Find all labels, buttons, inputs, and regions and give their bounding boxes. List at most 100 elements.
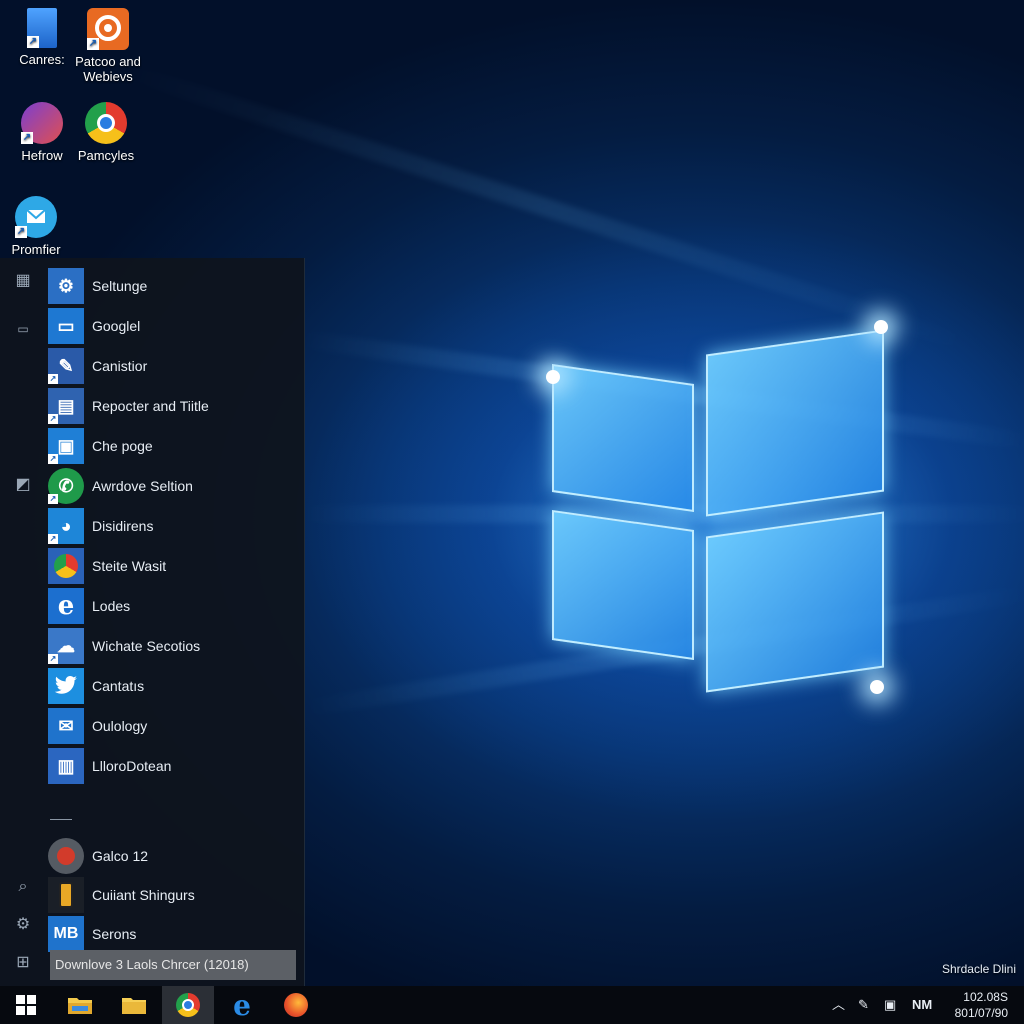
network-icon[interactable]: ▣ — [884, 986, 896, 1024]
windows-start-icon — [16, 995, 36, 1015]
chevron-up-icon[interactable]: ︿ — [832, 986, 845, 1024]
list-item[interactable]: e Lodes — [48, 586, 298, 626]
user-icon[interactable]: ▦ — [12, 270, 34, 292]
clock[interactable]: 102.08S 801/07/90 — [955, 989, 1008, 1021]
list-item[interactable]: ▭ Googlel — [48, 306, 298, 346]
list-item-label: Serons — [92, 926, 137, 942]
store-app-icon: ▣ ↗ — [48, 428, 84, 464]
logo-pane — [552, 510, 694, 660]
search-icon[interactable]: ⌕ — [12, 876, 34, 898]
list-item-label: Googlel — [92, 318, 141, 334]
list-item[interactable]: MB Serons — [48, 914, 298, 954]
start-menu-rail: ▦ ▭ ◩ ⌕ ⚙ ⊞ — [0, 258, 44, 986]
list-item-label: Seltunge — [92, 278, 148, 294]
desktop-icon-label: Pamcyles — [77, 148, 135, 163]
mail-app-icon: ✉ — [48, 708, 84, 744]
light-flare — [874, 320, 888, 334]
list-item-label: Oulology — [92, 718, 148, 734]
list-item-label: Galco 12 — [92, 848, 149, 864]
taskbar-file-explorer[interactable] — [54, 986, 106, 1024]
desktop-icon[interactable]: ↗ Promfier — [0, 196, 78, 257]
taskbar-internet-explorer[interactable]: e — [216, 986, 268, 1024]
chrome-icon — [176, 993, 200, 1017]
list-item-label: Repocter and Tiitle — [92, 398, 209, 414]
list-item-label: Lodes — [92, 598, 131, 614]
internet-explorer-icon: e — [48, 588, 84, 624]
list-item[interactable]: ✎ ↗ Canistior — [48, 346, 298, 386]
twitter-icon — [48, 668, 84, 704]
cloud-app-icon: ☁ ↗ — [48, 628, 84, 664]
app-icon: ↗ — [21, 102, 63, 144]
light-beam — [300, 505, 1024, 523]
taskbar-folder[interactable] — [108, 986, 160, 1024]
pen-icon[interactable]: ✎ — [858, 986, 869, 1024]
list-item[interactable]: ◕ ↗ Disidirens — [48, 506, 298, 546]
list-item[interactable]: ▣ ↗ Che poge — [48, 426, 298, 466]
list-item-label: Canistior — [92, 358, 148, 374]
internet-explorer-icon: e — [233, 988, 251, 1022]
taskbar-firefox[interactable] — [270, 986, 322, 1024]
desktop-icon[interactable]: ↗ Patcoo and Webievs — [66, 8, 150, 84]
divider — [50, 819, 72, 820]
edge-app-icon: ◕ ↗ — [48, 508, 84, 544]
gear-icon[interactable]: ⚙ — [12, 914, 34, 936]
list-item[interactable]: ⚙ Seltunge — [48, 266, 298, 306]
mail-icon: ↗ — [15, 196, 57, 238]
list-item[interactable]: Galco 12 — [48, 836, 298, 876]
firefox-icon — [284, 993, 308, 1017]
settings-app-icon: ⚙ — [48, 268, 84, 304]
list-item[interactable]: ▥ LlloroDotean — [48, 746, 298, 786]
list-item[interactable]: ☁ ↗ Wichate Secotios — [48, 626, 298, 666]
media-app-icon: ↗ — [87, 8, 129, 50]
clock-time: 102.08S — [963, 990, 1008, 1004]
language-indicator[interactable]: NM — [912, 986, 932, 1024]
pictures-icon[interactable]: ◩ — [12, 474, 34, 496]
corner-text: Shrdacle Dlini — [941, 962, 1016, 976]
taskbar: e ︿ ✎ ▣ NM 102.08S 801/07/90 — [0, 986, 1024, 1024]
desktop-icon[interactable]: Pamcyles — [64, 102, 148, 163]
chart-app-icon: ▥ — [48, 748, 84, 784]
desktop-icon-label: Hefrow — [21, 148, 63, 163]
light-flare — [870, 680, 884, 694]
list-item[interactable]: ▤ ↗ Repocter and Tiitle — [48, 386, 298, 426]
list-item[interactable]: Cuiiant Shingurs — [48, 875, 298, 915]
list-item-label: Cuiiant Shingurs — [92, 887, 195, 903]
browser-app-icon — [48, 548, 84, 584]
list-item[interactable]: Cantatıs — [48, 666, 298, 706]
folder-icon: ↗ — [27, 8, 57, 48]
chrome-icon — [85, 102, 127, 144]
start-button[interactable] — [0, 986, 52, 1024]
file-explorer-icon — [68, 998, 92, 1014]
taskbar-chrome[interactable] — [162, 986, 214, 1024]
list-item[interactable]: ✆ ↗ Awrdove Seltion — [48, 466, 298, 506]
phone-app-icon: ✆ ↗ — [48, 468, 84, 504]
list-item[interactable]: ✉ Oulology — [48, 706, 298, 746]
list-item-label: Disidirens — [92, 518, 154, 534]
desktop-icon-label: Promfier — [11, 242, 61, 257]
list-item-label: Cantatıs — [92, 678, 145, 694]
desktop-icon-label: Canres: — [19, 52, 65, 67]
folder-icon — [122, 998, 146, 1014]
list-item-label: Wichate Secotios — [92, 638, 201, 654]
list-item-label: Che poge — [92, 438, 153, 454]
logo-pane — [706, 511, 884, 693]
download-banner[interactable]: Downlove 3 Laols Chrcer (12018) — [50, 950, 296, 980]
report-app-icon: ▤ ↗ — [48, 388, 84, 424]
list-item-label: LlloroDotean — [92, 758, 172, 774]
list-item-label: Awrdove Seltion — [92, 478, 193, 494]
clock-date: 801/07/90 — [954, 1006, 1008, 1020]
list-item-label: Steite Wasit — [92, 558, 167, 574]
windows-start-icon[interactable]: ⊞ — [12, 952, 34, 974]
light-flare — [546, 370, 560, 384]
start-menu: ▦ ▭ ◩ ⌕ ⚙ ⊞ ⚙ Seltunge ▭ Googlel ✎ ↗ Canisti… — [0, 258, 305, 986]
phone-device-icon — [48, 877, 84, 913]
desktop-icon-label: Patcoo and Webievs — [75, 54, 141, 84]
tools-app-icon: ✎ ↗ — [48, 348, 84, 384]
list-item[interactable]: Steite Wasit — [48, 546, 298, 586]
documents-icon[interactable]: ▭ — [12, 318, 34, 340]
mb-app-icon: MB — [48, 916, 84, 952]
logo-pane — [706, 329, 884, 517]
record-app-icon — [48, 838, 84, 874]
window-app-icon: ▭ — [48, 308, 84, 344]
logo-pane — [552, 364, 694, 512]
